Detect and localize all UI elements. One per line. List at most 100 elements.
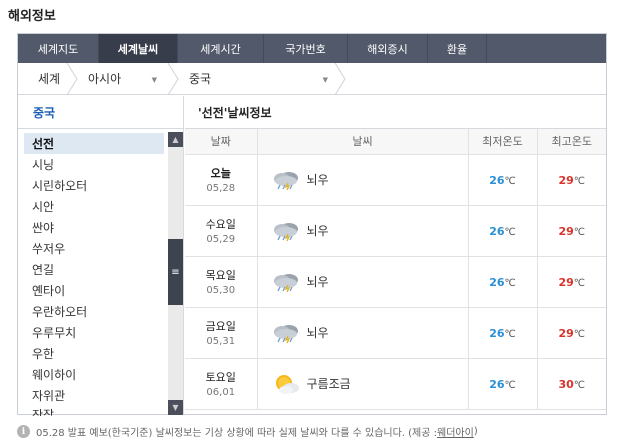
temp-unit: ℃ — [504, 226, 516, 238]
weather-cell: 뇌우 — [257, 154, 469, 206]
low-temp: 26 — [489, 275, 505, 289]
column-header-high: 최고온도 — [537, 129, 606, 155]
temp-unit: ℃ — [504, 379, 516, 391]
sun-cloud-icon — [271, 373, 301, 395]
column-header-low: 최저온도 — [468, 129, 538, 155]
day-label: 금요일 — [205, 320, 236, 333]
city-list-scrollbar[interactable]: ▲ ≡ ▼ — [168, 132, 183, 415]
table-header-row: 날짜 날씨 최저온도 최고온도 — [185, 129, 606, 155]
footnote-text: 05.28 발표 예보(한국기준) 날씨정보는 기상 상황에 따라 실제 날씨와… — [36, 428, 438, 439]
city-item[interactable]: 쑤저우 — [24, 238, 164, 259]
day-label: 오늘 — [210, 167, 231, 180]
city-item[interactable]: 웨이하이 — [24, 364, 164, 385]
low-temp-cell: 26℃ — [468, 205, 538, 257]
date-cell: 수요일 05,29 — [185, 205, 258, 257]
high-temp: 29 — [558, 275, 574, 289]
weather-cell: 뇌우 — [257, 205, 469, 257]
date-label: 05,29 — [206, 234, 236, 245]
city-item[interactable]: 선전 — [24, 133, 164, 154]
high-temp: 30 — [558, 377, 574, 391]
breadcrumb: 세계 아시아 ▼ 중국 ▼ — [18, 62, 606, 95]
low-temp-cell: 26℃ — [468, 154, 538, 206]
city-item[interactable]: 옌타이 — [24, 280, 164, 301]
table-row: 오늘 05,28 뇌우 26℃ 29℃ — [185, 154, 606, 206]
low-temp: 26 — [489, 224, 505, 238]
high-temp-cell: 29℃ — [537, 256, 606, 308]
region-dropdown[interactable]: 아시아 ▼ — [72, 62, 179, 95]
scroll-down-icon[interactable]: ▼ — [168, 400, 183, 415]
city-item[interactable]: 시닝 — [24, 154, 164, 175]
temp-unit: ℃ — [573, 226, 586, 238]
day-label: 토요일 — [205, 371, 236, 384]
city-item[interactable]: 연길 — [24, 259, 164, 280]
temp-unit: ℃ — [573, 328, 586, 340]
scroll-up-icon[interactable]: ▲ — [168, 132, 183, 147]
column-header-weather: 날씨 — [257, 129, 469, 155]
city-item[interactable]: 우루무치 — [24, 322, 164, 343]
low-temp: 26 — [489, 173, 505, 187]
tab-world-time[interactable]: 세계시간 — [178, 34, 264, 63]
weather-cell: 구름조금 — [257, 358, 469, 410]
forecast-heading: '선전'날씨정보 — [185, 96, 606, 129]
city-item[interactable]: 잔장 — [24, 406, 164, 416]
high-temp-cell: 29℃ — [537, 154, 606, 206]
city-item[interactable]: 싼야 — [24, 217, 164, 238]
weather-text: 뇌우 — [306, 224, 329, 238]
tab-country-code[interactable]: 국가번호 — [264, 34, 348, 63]
footnote-close: ) — [473, 426, 478, 437]
info-icon: i — [17, 425, 30, 438]
city-item[interactable]: 시안 — [24, 196, 164, 217]
country-heading: 중국 — [18, 96, 183, 129]
tab-exchange-rate[interactable]: 환율 — [428, 34, 487, 63]
city-panel: 중국 선전 시닝 시린하오터 시안 싼야 쑤저우 연길 옌타이 우란하오터 우루… — [18, 96, 184, 416]
page-title: 해외정보 — [8, 9, 56, 24]
cloud-rain-thunder-icon — [271, 169, 301, 191]
temp-unit: ℃ — [504, 277, 516, 289]
country-dropdown-label: 중국 — [189, 72, 212, 86]
high-temp-cell: 29℃ — [537, 307, 606, 359]
breadcrumb-world[interactable]: 세계 — [18, 62, 78, 95]
city-item[interactable]: 자위관 — [24, 385, 164, 406]
breadcrumb-world-label: 세계 — [38, 72, 61, 86]
high-temp-cell: 29℃ — [537, 205, 606, 257]
weather-text: 뇌우 — [306, 275, 329, 289]
temp-unit: ℃ — [573, 277, 586, 289]
provider-link[interactable]: 웨더아이 — [437, 424, 474, 439]
date-cell: 오늘 05,28 — [185, 154, 258, 206]
table-row: 수요일 05,29 뇌우 26℃ 29℃ — [185, 205, 606, 257]
city-item[interactable]: 우한 — [24, 343, 164, 364]
tab-bar: 세계지도 세계날씨 세계시간 국가번호 해외증시 환율 — [18, 34, 606, 63]
city-item[interactable]: 시린하오터 — [24, 175, 164, 196]
date-label: 05,28 — [206, 183, 236, 194]
day-label: 수요일 — [205, 218, 236, 231]
cloud-rain-thunder-icon — [271, 220, 301, 242]
weather-text: 뇌우 — [306, 326, 329, 340]
country-dropdown[interactable]: 중국 ▼ — [173, 62, 346, 95]
forecast-table: 날짜 날씨 최저온도 최고온도 오늘 05,28 뇌우 26℃ 29℃ 수요일 05,29 뇌… — [185, 129, 606, 410]
low-temp-cell: 26℃ — [468, 307, 538, 359]
temp-unit: ℃ — [504, 175, 516, 187]
temp-unit: ℃ — [573, 379, 586, 391]
weather-cell: 뇌우 — [257, 307, 469, 359]
low-temp: 26 — [489, 377, 505, 391]
date-label: 06,01 — [206, 387, 236, 398]
weather-text: 구름조금 — [306, 377, 351, 391]
tab-overseas-stocks[interactable]: 해외증시 — [348, 34, 428, 63]
high-temp: 29 — [558, 173, 574, 187]
region-dropdown-label: 아시아 — [88, 72, 122, 86]
weather-cell: 뇌우 — [257, 256, 469, 308]
table-row: 목요일 05,30 뇌우 26℃ 29℃ — [185, 256, 606, 308]
scroll-thumb[interactable]: ≡ — [168, 239, 183, 305]
city-list: 선전 시닝 시린하오터 시안 싼야 쑤저우 연길 옌타이 우란하오터 우루무치 … — [24, 133, 164, 416]
forecast-panel: '선전'날씨정보 날짜 날씨 최저온도 최고온도 오늘 05,28 뇌우 26℃ 29℃… — [185, 96, 606, 415]
low-temp-cell: 26℃ — [468, 256, 538, 308]
city-item[interactable]: 우란하오터 — [24, 301, 164, 322]
high-temp: 29 — [558, 326, 574, 340]
low-temp: 26 — [489, 326, 505, 340]
date-label: 05,31 — [206, 336, 236, 347]
table-row: 토요일 06,01 구름조금 26℃ 30℃ — [185, 358, 606, 410]
cloud-rain-thunder-icon — [271, 271, 301, 293]
tab-world-weather[interactable]: 세계날씨 — [99, 34, 178, 63]
temp-unit: ℃ — [504, 328, 516, 340]
tab-world-map[interactable]: 세계지도 — [18, 34, 99, 63]
